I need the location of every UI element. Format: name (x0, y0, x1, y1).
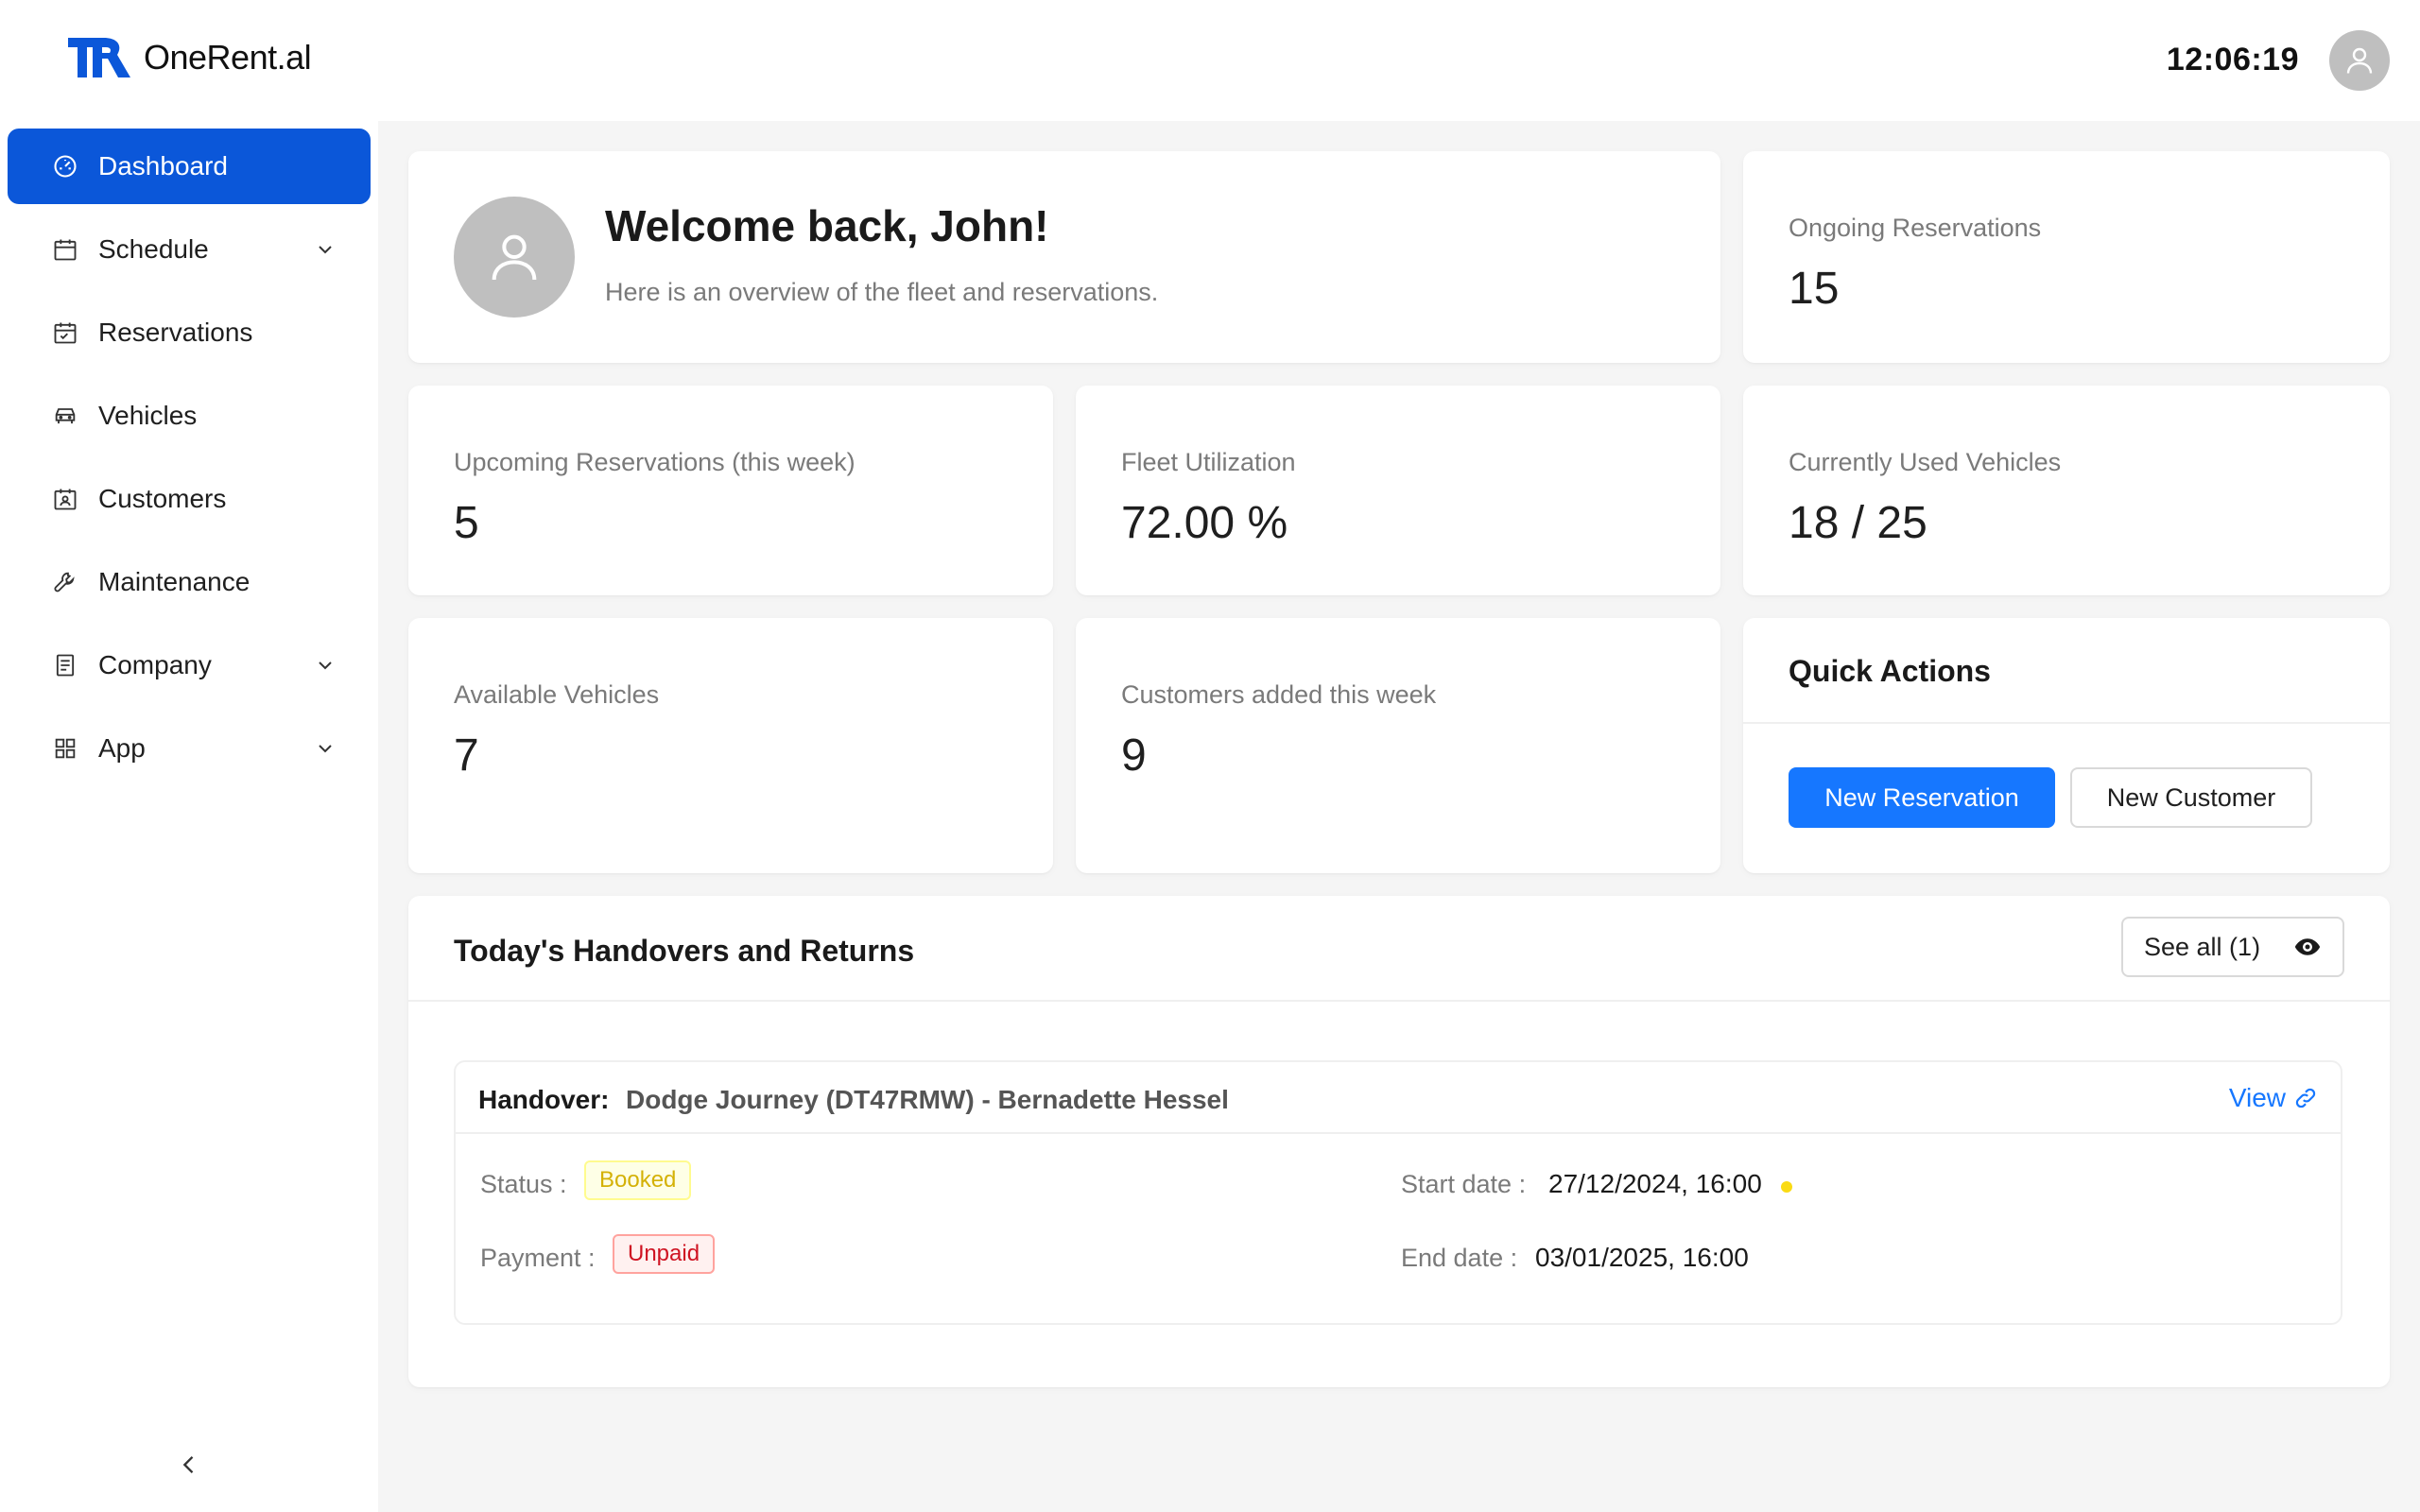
handover-item-header: Handover: Dodge Journey (DT47RMW) - Bern… (456, 1062, 2341, 1134)
eye-icon (2294, 938, 2321, 955)
new-reservation-button[interactable]: New Reservation (1789, 767, 2055, 828)
clock: 12:06:19 (2166, 42, 2299, 77)
stat-card-customers-added: Customers added this week 9 (1076, 618, 1720, 873)
stat-label: Ongoing Reservations (1789, 214, 2042, 242)
handovers-title: Today's Handovers and Returns (454, 934, 915, 968)
status-label: Status : (480, 1170, 567, 1198)
sidebar-item-label: Schedule (98, 234, 209, 264)
calendar-icon (51, 235, 79, 264)
quick-actions-card: Quick Actions New Reservation New Custom… (1743, 618, 2390, 873)
chevron-down-icon (319, 662, 332, 670)
stat-label: Customers added this week (1121, 680, 1437, 709)
stat-label: Upcoming Reservations (this week) (454, 448, 856, 476)
calendar-check-icon (51, 318, 79, 347)
stat-value: 18 / 25 (1789, 498, 1927, 548)
stat-value: 7 (454, 730, 479, 781)
see-all-button[interactable]: See all (1) (2121, 917, 2344, 977)
sidebar-item-label: Maintenance (98, 567, 251, 596)
stat-card-upcoming: Upcoming Reservations (this week) 5 (408, 386, 1053, 595)
stat-label: Available Vehicles (454, 680, 660, 709)
wrench-icon (51, 568, 79, 596)
stat-card-utilization: Fleet Utilization 72.00 % (1076, 386, 1720, 595)
top-bar: OneRent.al 12:06:19 (0, 0, 2420, 121)
user-avatar-button[interactable] (2329, 30, 2390, 91)
payment-badge: Unpaid (613, 1234, 716, 1274)
stat-value: 5 (454, 498, 479, 548)
brand-name: OneRent.al (144, 38, 312, 77)
grid-icon (51, 734, 79, 763)
avatar (454, 197, 575, 318)
sidebar-item-label: App (98, 733, 146, 763)
stat-value: 9 (1121, 730, 1147, 781)
status-badge: Booked (584, 1160, 692, 1200)
chevron-left-icon[interactable] (176, 1452, 202, 1478)
user-icon (492, 234, 537, 281)
divider (408, 1000, 2390, 1002)
handover-type-label: Handover: (478, 1085, 610, 1114)
stat-card-ongoing: Ongoing Reservations 15 (1743, 151, 2390, 363)
onerent-logo-icon (68, 38, 130, 77)
divider (1743, 722, 2390, 724)
sidebar-item-reservations[interactable]: Reservations (8, 295, 371, 370)
status-dot (1781, 1181, 1792, 1193)
handover-description: Dodge Journey (DT47RMW) - Bernadette Hes… (626, 1085, 1229, 1114)
welcome-card: Welcome back, John! Here is an overview … (408, 151, 1720, 363)
sidebar-item-customers[interactable]: Customers (8, 461, 371, 537)
stat-value: 15 (1789, 264, 1840, 314)
contact-card-icon (51, 485, 79, 513)
car-icon (51, 402, 79, 430)
stat-label: Currently Used Vehicles (1789, 448, 2062, 476)
chevron-down-icon (319, 745, 332, 753)
stat-value: 72.00 % (1121, 498, 1288, 548)
handover-item: Handover: Dodge Journey (DT47RMW) - Bern… (454, 1060, 2342, 1325)
see-all-label: See all (1) (2144, 932, 2261, 961)
stat-card-used-vehicles: Currently Used Vehicles 18 / 25 (1743, 386, 2390, 595)
quick-actions-title: Quick Actions (1789, 654, 1991, 688)
sidebar-item-schedule[interactable]: Schedule (8, 212, 371, 287)
sidebar-item-vehicles[interactable]: Vehicles (8, 378, 371, 454)
brand-logo[interactable]: OneRent.al (68, 38, 312, 77)
sidebar-item-label: Customers (98, 484, 227, 513)
stat-label: Fleet Utilization (1121, 448, 1296, 476)
sidebar-item-label: Company (98, 650, 212, 679)
sidebar-item-label: Vehicles (98, 401, 198, 430)
start-date-label: Start date : (1401, 1170, 1527, 1198)
sidebar-item-maintenance[interactable]: Maintenance (8, 544, 371, 620)
start-date-value: 27/12/2024, 16:00 (1548, 1169, 1762, 1198)
new-customer-button[interactable]: New Customer (2070, 767, 2312, 828)
dashboard-icon (51, 152, 79, 180)
document-icon (51, 651, 79, 679)
view-link[interactable]: View (2229, 1083, 2318, 1113)
view-link-label: View (2228, 1083, 2286, 1112)
user-icon (2346, 47, 2373, 74)
sidebar-item-app[interactable]: App (8, 711, 371, 786)
sidebar: Dashboard Schedule Reservations Vehicles… (0, 121, 378, 1512)
stat-card-available-vehicles: Available Vehicles 7 (408, 618, 1053, 873)
sidebar-item-label: Dashboard (98, 151, 228, 180)
sidebar-item-label: Reservations (98, 318, 253, 347)
end-date-value: 03/01/2025, 16:00 (1535, 1243, 1749, 1272)
handovers-card: Today's Handovers and Returns See all (1… (408, 896, 2390, 1387)
link-icon (2295, 1088, 2316, 1108)
payment-label: Payment : (480, 1244, 596, 1272)
sidebar-item-dashboard[interactable]: Dashboard (8, 129, 371, 204)
chevron-down-icon (319, 246, 332, 254)
welcome-title: Welcome back, John! (605, 201, 1049, 250)
welcome-subtitle: Here is an overview of the fleet and res… (605, 278, 1159, 306)
sidebar-item-company[interactable]: Company (8, 627, 371, 703)
end-date-label: End date : (1401, 1244, 1518, 1272)
